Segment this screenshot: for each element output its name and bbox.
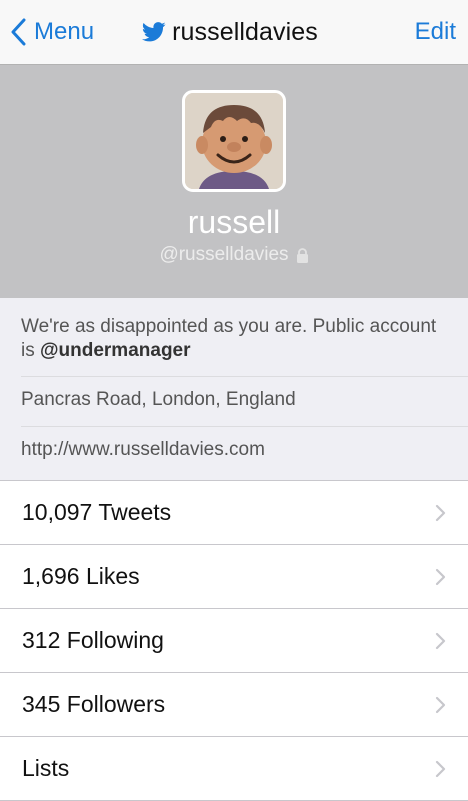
chevron-right-icon [435,760,446,778]
page-title: russelldavies [0,14,468,50]
navigation-bar: Menu russelldavies Edit [0,0,468,65]
page-title-text: russelldavies [172,17,318,46]
chevron-right-icon [435,696,446,714]
tweets-row[interactable]: 10,097 Tweets [0,481,468,545]
avatar[interactable] [182,90,286,192]
followers-row[interactable]: 345 Followers [0,673,468,737]
twitter-bird-icon [142,22,166,42]
chevron-right-icon [435,568,446,586]
avatar-image [185,93,283,189]
stat-label: 10,097 Tweets [22,499,172,525]
bio-section: We're as disappointed as you are. Public… [0,298,468,481]
profile-location: Pancras Road, London, England [21,389,296,410]
bio-description: We're as disappointed as you are. Public… [21,315,441,363]
stat-label: Lists [22,755,70,781]
stat-label: 312 Following [22,627,164,653]
stat-label: 345 Followers [22,691,166,717]
likes-row[interactable]: 1,696 Likes [0,545,468,609]
profile-handle: @russelldavies [159,244,289,265]
lists-row[interactable]: Lists [0,737,468,801]
profile-name: russell [187,204,281,240]
bio-mention-link[interactable]: @undermanager [40,340,191,361]
profile-header: russell @russelldavies [0,65,468,298]
edit-button[interactable]: Edit [415,14,456,50]
following-row[interactable]: 312 Following [0,609,468,673]
chevron-right-icon [435,504,446,522]
divider [21,376,468,377]
chevron-right-icon [435,632,446,650]
profile-handle-row: @russelldavies [0,244,468,266]
divider [21,426,468,427]
stat-label: 1,696 Likes [22,563,140,589]
profile-url-link[interactable]: http://www.russelldavies.com [21,439,265,461]
stats-list: 10,097 Tweets 1,696 Likes 312 Following … [0,481,468,801]
lock-icon [296,247,308,263]
